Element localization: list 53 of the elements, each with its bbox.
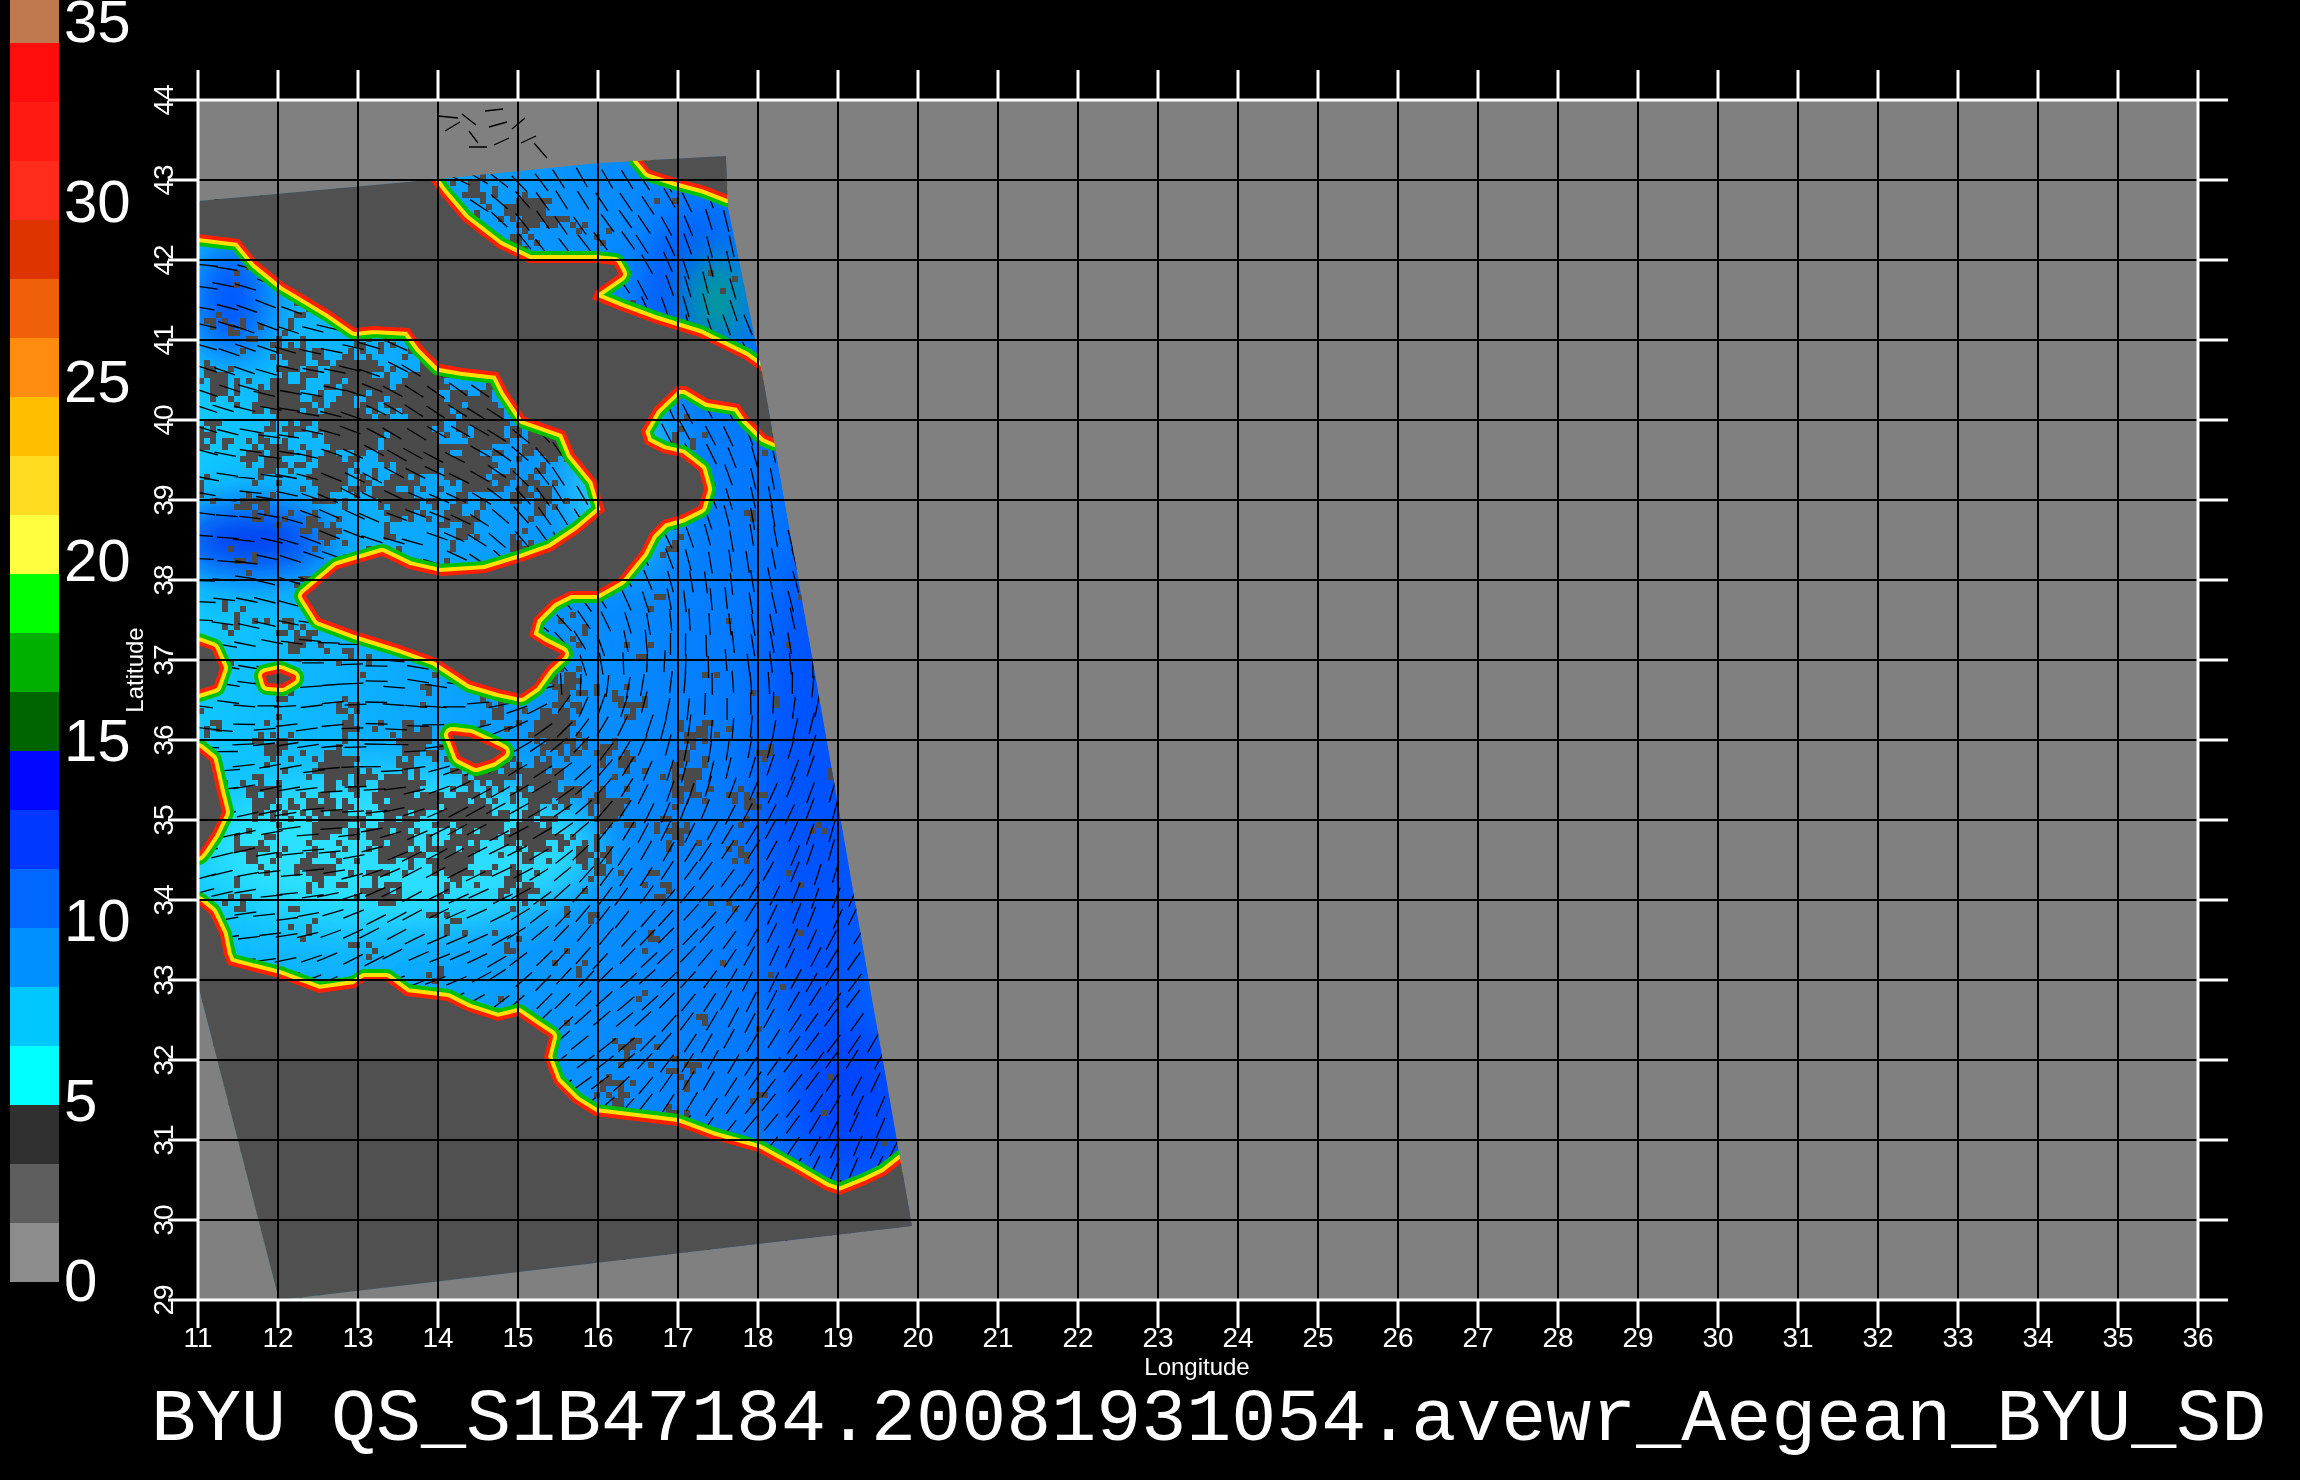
longitude-tick-label: 11 xyxy=(183,1322,213,1353)
longitude-tick-label: 19 xyxy=(822,1322,854,1353)
longitude-tick-label: 27 xyxy=(1462,1322,1494,1353)
latitude-tick-label: 32 xyxy=(147,1044,179,1076)
longitude-tick-label: 29 xyxy=(1622,1322,1654,1353)
colorbar-label: 15 xyxy=(64,719,131,764)
latitude-tick-label: 41 xyxy=(147,324,179,356)
latitude-tick-label: 36 xyxy=(147,724,179,756)
longitude-tick-label: 31 xyxy=(1782,1322,1814,1353)
latitude-tick-label: 33 xyxy=(147,964,179,996)
longitude-tick-label: 21 xyxy=(982,1322,1014,1353)
y-axis-title: Latitude xyxy=(120,627,148,713)
longitude-tick-label: 14 xyxy=(422,1322,454,1353)
longitude-tick-label: 28 xyxy=(1542,1322,1574,1353)
latitude-tick-label: 37 xyxy=(147,644,179,676)
plot-title: BYU QS_S1B47184.20081931054.avewr_Aegean_BYU_SD xyxy=(150,1381,2267,1461)
latitude-tick-label: 39 xyxy=(147,484,179,516)
longitude-tick-label: 33 xyxy=(1942,1322,1974,1353)
colorbar-label: 20 xyxy=(64,539,131,584)
longitude-tick-label: 35 xyxy=(2102,1322,2134,1353)
latitude-tick-label: 40 xyxy=(147,404,179,436)
longitude-tick-label: 32 xyxy=(1862,1322,1894,1353)
longitude-tick-label: 26 xyxy=(1382,1322,1414,1353)
longitude-tick-label: 20 xyxy=(902,1322,934,1353)
colorbar-label: 30 xyxy=(64,179,131,224)
longitude-tick-label: 24 xyxy=(1222,1322,1254,1353)
longitude-tick-label: 30 xyxy=(1702,1322,1734,1353)
colorbar-label: 25 xyxy=(64,359,131,404)
x-axis-title: Longitude xyxy=(1144,1353,1250,1380)
latitude-tick-label: 43 xyxy=(147,164,179,196)
longitude-tick-label: 23 xyxy=(1142,1322,1174,1353)
latitude-tick-label: 29 xyxy=(147,1284,179,1316)
longitude-tick-label: 16 xyxy=(582,1322,614,1353)
longitude-tick-label: 12 xyxy=(262,1322,294,1353)
longitude-tick-label: 36 xyxy=(2182,1322,2214,1353)
colorbar-label: 35 xyxy=(64,0,131,44)
latitude-tick-label: 30 xyxy=(147,1204,179,1236)
latitude-tick-label: 31 xyxy=(147,1124,179,1156)
latitude-tick-label: 35 xyxy=(147,804,179,836)
latitude-tick-label: 44 xyxy=(147,84,179,116)
latitude-tick-label: 42 xyxy=(147,244,179,276)
longitude-tick-label: 18 xyxy=(742,1322,774,1353)
colorbar-label: 0 xyxy=(64,1258,99,1303)
colorbar-label: 10 xyxy=(64,899,131,943)
longitude-tick-label: 13 xyxy=(342,1322,374,1353)
latitude-tick-label: 38 xyxy=(147,564,179,596)
longitude-tick-label: 34 xyxy=(2022,1322,2054,1353)
colorbar-label: 5 xyxy=(64,1078,99,1123)
longitude-tick-label: 25 xyxy=(1302,1322,1334,1353)
longitude-tick-label: 22 xyxy=(1062,1322,1094,1353)
longitude-tick-label: 17 xyxy=(662,1322,694,1353)
latitude-tick-label: 34 xyxy=(147,884,179,916)
longitude-tick-label: 15 xyxy=(502,1322,534,1353)
